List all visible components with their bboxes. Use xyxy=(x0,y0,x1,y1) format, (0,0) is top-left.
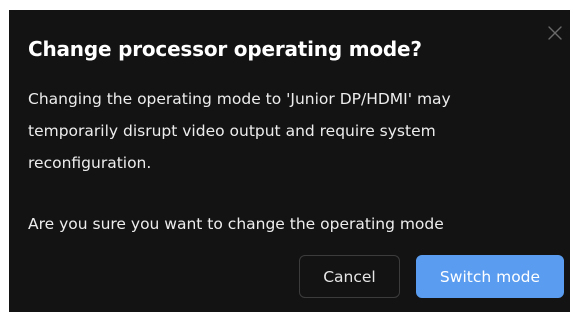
confirm-dialog: Change processor operating mode? Changin… xyxy=(9,10,570,312)
dialog-message-line: Changing the operating mode to 'Junior D… xyxy=(28,90,451,108)
switch-mode-button[interactable]: Switch mode xyxy=(416,255,564,298)
dialog-message-line: temporarily disrupt video output and req… xyxy=(28,122,436,140)
dialog-message-line: reconfiguration. xyxy=(28,154,152,172)
close-icon[interactable] xyxy=(546,24,564,42)
dialog-title: Change processor operating mode? xyxy=(28,37,422,61)
confirm-question: Are you sure you want to change the oper… xyxy=(28,215,444,233)
cancel-button[interactable]: Cancel xyxy=(299,255,400,298)
dialog-message: Changing the operating mode to 'Junior D… xyxy=(28,83,548,179)
